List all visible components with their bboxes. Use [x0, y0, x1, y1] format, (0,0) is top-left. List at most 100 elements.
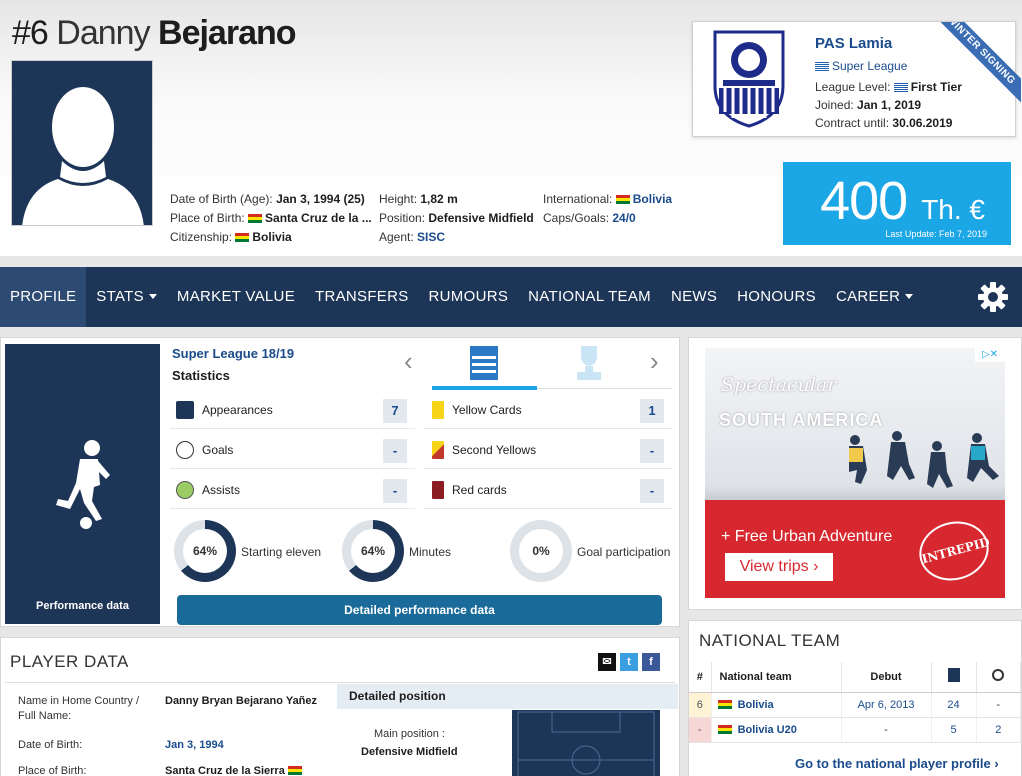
nav-news[interactable]: NEWS [661, 267, 727, 327]
main-position-value: Defensive Midfield [361, 746, 458, 758]
stat-assists[interactable]: Assists - [170, 471, 415, 509]
caps-icon [947, 668, 960, 683]
bolivia-flag-icon [717, 724, 732, 734]
ball-icon [992, 669, 1005, 682]
club-crest-icon[interactable] [711, 28, 787, 128]
pd-dob-link[interactable]: Jan 3, 1994 [165, 738, 224, 753]
col-caps [931, 662, 977, 693]
starting-eleven-label: Starting eleven [241, 545, 322, 559]
silhouette-icon [22, 87, 144, 225]
detailed-position-header: Detailed position [337, 684, 678, 709]
market-value: 400 Th. € [820, 171, 985, 231]
league-link[interactable]: Super League [832, 59, 907, 73]
height-row: Height: 1,82 m [379, 192, 458, 206]
international-link[interactable]: Bolivia [633, 192, 672, 206]
national-team-title: NATIONAL TEAM [699, 631, 841, 650]
nav-national-team[interactable]: NATIONAL TEAM [518, 267, 661, 327]
greek-cup-logo-icon[interactable] [575, 344, 603, 382]
stat-red-cards[interactable]: Red cards - [424, 471, 672, 509]
ad-close-icon[interactable]: ▷✕ [975, 348, 1005, 362]
active-tab-indicator [432, 386, 537, 390]
market-value-update: Last Update: Feb 7, 2019 [885, 229, 987, 239]
assists-value: - [383, 479, 407, 503]
debut-link[interactable]: Apr 6, 2013 [841, 692, 932, 718]
nav-career[interactable]: CAREER [826, 267, 923, 327]
goals-link[interactable]: 2 [976, 717, 1021, 743]
bolivia-flag-icon [615, 195, 630, 204]
caps-link[interactable]: 24 [931, 692, 977, 718]
caps-row: Caps/Goals: 24/0 [543, 211, 636, 225]
detailed-performance-button[interactable]: Detailed performance data [177, 595, 662, 625]
ad-subtitle: Spectacular [721, 374, 837, 396]
appearances-value[interactable]: 7 [383, 399, 407, 423]
stat-yellow-cards[interactable]: Yellow Cards 1 [424, 391, 672, 429]
caps-link[interactable]: 5 [931, 717, 977, 743]
minutes-donut: 64% [342, 520, 404, 582]
club-box: PAS Lamia Super League League Level: Fir… [692, 21, 1021, 137]
advertisement[interactable]: ▷✕ Spectacular SOUTH AMERICA + Free Urba… [705, 348, 1005, 598]
bolivia-flag-icon [235, 233, 250, 242]
ball-icon [176, 440, 194, 459]
contract-row: Contract until: 30.06.2019 [815, 116, 953, 130]
greece-flag-icon [815, 62, 829, 71]
twitter-share-icon[interactable]: t [620, 653, 638, 671]
super-league-logo-icon[interactable] [470, 346, 498, 380]
agent-link[interactable]: SISC [417, 230, 445, 244]
red-cards-value: - [640, 479, 664, 503]
dob-row: Date of Birth (Age): Jan 3, 1994 (25) [170, 192, 365, 206]
second-yellow-icon [432, 440, 444, 459]
gear-icon[interactable] [978, 282, 1008, 312]
national-profile-link[interactable]: Go to the national player profile › [795, 756, 999, 771]
caret-down-icon [905, 294, 914, 299]
main-position-label: Main position : [374, 728, 445, 740]
assist-icon [176, 480, 194, 499]
performance-sidebar[interactable]: Performance data [5, 344, 160, 624]
team-link[interactable]: Bolivia [711, 692, 842, 718]
red-card-icon [432, 480, 444, 499]
view-trips-button[interactable]: View trips › [725, 553, 833, 581]
player-data-divider [5, 682, 675, 683]
caret-down-icon [148, 294, 157, 299]
pd-pob-value: Santa Cruz de la Sierra [165, 764, 305, 776]
bolivia-flag-icon [287, 766, 302, 775]
second-yellows-value: - [640, 439, 664, 463]
league-season-link[interactable]: Super League 18/19 [172, 346, 294, 361]
nav-profile[interactable]: PROFILE [0, 267, 87, 327]
jumping-people-icon [849, 431, 999, 488]
first-name: Danny [56, 14, 150, 52]
nav-stats[interactable]: STATS [86, 267, 167, 327]
greece-flag-icon [893, 83, 908, 92]
next-arrow-icon[interactable]: › [650, 346, 659, 377]
stat-goals[interactable]: Goals - [170, 431, 415, 469]
player-name: #6 Danny Bejarano [12, 14, 297, 53]
yellow-card-icon [432, 400, 444, 419]
main-nav: PROFILE STATS MARKET VALUE TRANSFERS RUM… [0, 267, 1022, 327]
stat-appearances[interactable]: Appearances 7 [170, 391, 415, 429]
position-pitch-icon [512, 710, 660, 776]
yellow-cards-value[interactable]: 1 [640, 399, 664, 423]
pd-pob-label: Place of Birth: [18, 765, 87, 776]
national-team-table: # National team Debut 6 Bolivia Apr 6, 2… [689, 662, 1021, 743]
joined-row: Joined: Jan 1, 2019 [815, 98, 922, 112]
nav-rumours[interactable]: RUMOURS [419, 267, 519, 327]
statistics-heading: Statistics [172, 368, 230, 383]
email-share-icon[interactable]: ✉ [598, 653, 616, 671]
facebook-share-icon[interactable]: f [642, 653, 660, 671]
col-national-team: National team [711, 662, 842, 693]
nav-market-value[interactable]: MARKET VALUE [167, 267, 305, 327]
nav-honours[interactable]: HONOURS [727, 267, 826, 327]
citizenship-row: Citizenship: Bolivia [170, 230, 292, 244]
team-link[interactable]: Bolivia U20 [711, 717, 842, 743]
market-value-box[interactable]: 400 Th. € Last Update: Feb 7, 2019 [783, 162, 1011, 245]
table-row: - Bolivia U20 - 5 2 [689, 717, 1021, 743]
goals-value: - [383, 439, 407, 463]
stat-second-yellows[interactable]: Second Yellows - [424, 431, 672, 469]
shirt-number: #6 [12, 14, 49, 52]
footballer-icon [56, 440, 110, 529]
bolivia-flag-icon [248, 214, 263, 223]
nav-transfers[interactable]: TRANSFERS [305, 267, 419, 327]
prev-arrow-icon[interactable]: ‹ [404, 346, 413, 377]
caps-link[interactable]: 24/0 [612, 211, 635, 225]
club-name-link[interactable]: PAS Lamia [815, 35, 892, 52]
goal-participation-label: Goal participation [577, 545, 671, 559]
